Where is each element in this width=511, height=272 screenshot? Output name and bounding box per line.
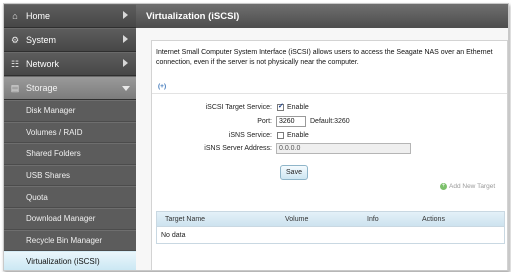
column-header[interactable]: Actions (422, 216, 492, 223)
isns-address-input[interactable] (276, 143, 411, 154)
nav-home-label: Home (26, 11, 51, 21)
nav-storage-label: Storage (26, 83, 58, 93)
chevron-right-icon (123, 59, 128, 67)
port-input[interactable] (276, 116, 306, 127)
app-window: ⌂ Home ⚙ System ☷ Network ▤ Storage Disk… (3, 3, 509, 271)
chevron-down-icon (122, 86, 130, 91)
empty-text: No data (161, 231, 186, 239)
save-button[interactable]: Save (280, 165, 308, 180)
targets-table: Target Name Volume Info Actions No data (156, 211, 505, 244)
sidebar-item-download-manager[interactable]: Download Manager (4, 207, 136, 230)
sidebar-item-volumes-raid[interactable]: Volumes / RAID (4, 121, 136, 144)
column-header[interactable]: Info (367, 216, 422, 223)
sidebar-item-label: Quota (26, 192, 48, 202)
sidebar-item-shared-folders[interactable]: Shared Folders (4, 143, 136, 165)
description-text: Internet Small Computer System Interface… (156, 49, 493, 66)
column-header[interactable]: Target Name (157, 216, 285, 223)
sidebar-item-usb-shares[interactable]: USB Shares (4, 164, 136, 187)
isns-service-checkbox[interactable] (277, 132, 284, 139)
sidebar-item-disk-manager[interactable]: Disk Manager (4, 100, 136, 122)
target-service-label: iSCSI Target Service: (205, 104, 272, 111)
add-icon: + (440, 182, 447, 190)
nav-home[interactable]: ⌂ Home (4, 4, 136, 28)
sidebar-item-label: USB Shares (26, 171, 71, 181)
sidebar-item-label: Virtualization (iSCSI) (26, 257, 100, 267)
column-header[interactable]: Volume (285, 216, 367, 223)
isns-service-label: iSNS Service: (228, 132, 272, 139)
divider (152, 93, 507, 94)
table-header: Target Name Volume Info Actions (157, 212, 504, 227)
chevron-right-icon (123, 35, 128, 43)
sidebar-item-label: Disk Manager (26, 106, 76, 116)
table-row: No data (157, 227, 504, 243)
nav-storage[interactable]: ▤ Storage (4, 76, 136, 100)
sidebar-item-virtualization[interactable]: Virtualization (iSCSI) (4, 251, 136, 270)
nav-system-label: System (26, 35, 57, 45)
port-default-text: Default:3260 (310, 118, 350, 125)
nav-system[interactable]: ⚙ System (4, 28, 136, 52)
page-title: Virtualization (iSCSI) (136, 4, 508, 28)
home-icon: ⌂ (12, 11, 18, 21)
network-icon: ☷ (10, 58, 20, 69)
target-service-enable-label: Enable (287, 104, 309, 111)
expand-link[interactable]: (+) (158, 83, 166, 90)
sidebar-item-quota[interactable]: Quota (4, 186, 136, 208)
iscsi-panel: Internet Small Computer System Interface… (151, 40, 508, 270)
sidebar-item-label: Volumes / RAID (26, 127, 83, 137)
isns-service-enable-label: Enable (287, 132, 309, 139)
sidebar-item-label: Recycle Bin Manager (26, 235, 103, 245)
isns-address-label: iSNS Server Address: (204, 145, 272, 152)
sidebar-item-label: Shared Folders (26, 149, 81, 159)
storage-icon: ▤ (10, 82, 20, 93)
port-label: Port: (257, 118, 272, 125)
add-new-target-button[interactable]: + Add New Target (440, 180, 495, 192)
sidebar-item-recycle-bin-manager[interactable]: Recycle Bin Manager (4, 229, 136, 252)
system-icon: ⚙ (10, 34, 20, 45)
nav-network[interactable]: ☷ Network (4, 52, 136, 76)
main-content: Virtualization (iSCSI) Internet Small Co… (136, 4, 508, 270)
sidebar: ⌂ Home ⚙ System ☷ Network ▤ Storage Disk… (4, 4, 136, 270)
sidebar-item-label: Download Manager (26, 214, 96, 224)
nav-network-label: Network (26, 59, 60, 69)
add-new-target-label: Add New Target (449, 182, 496, 190)
chevron-right-icon (123, 11, 128, 19)
target-service-checkbox[interactable] (277, 102, 284, 111)
